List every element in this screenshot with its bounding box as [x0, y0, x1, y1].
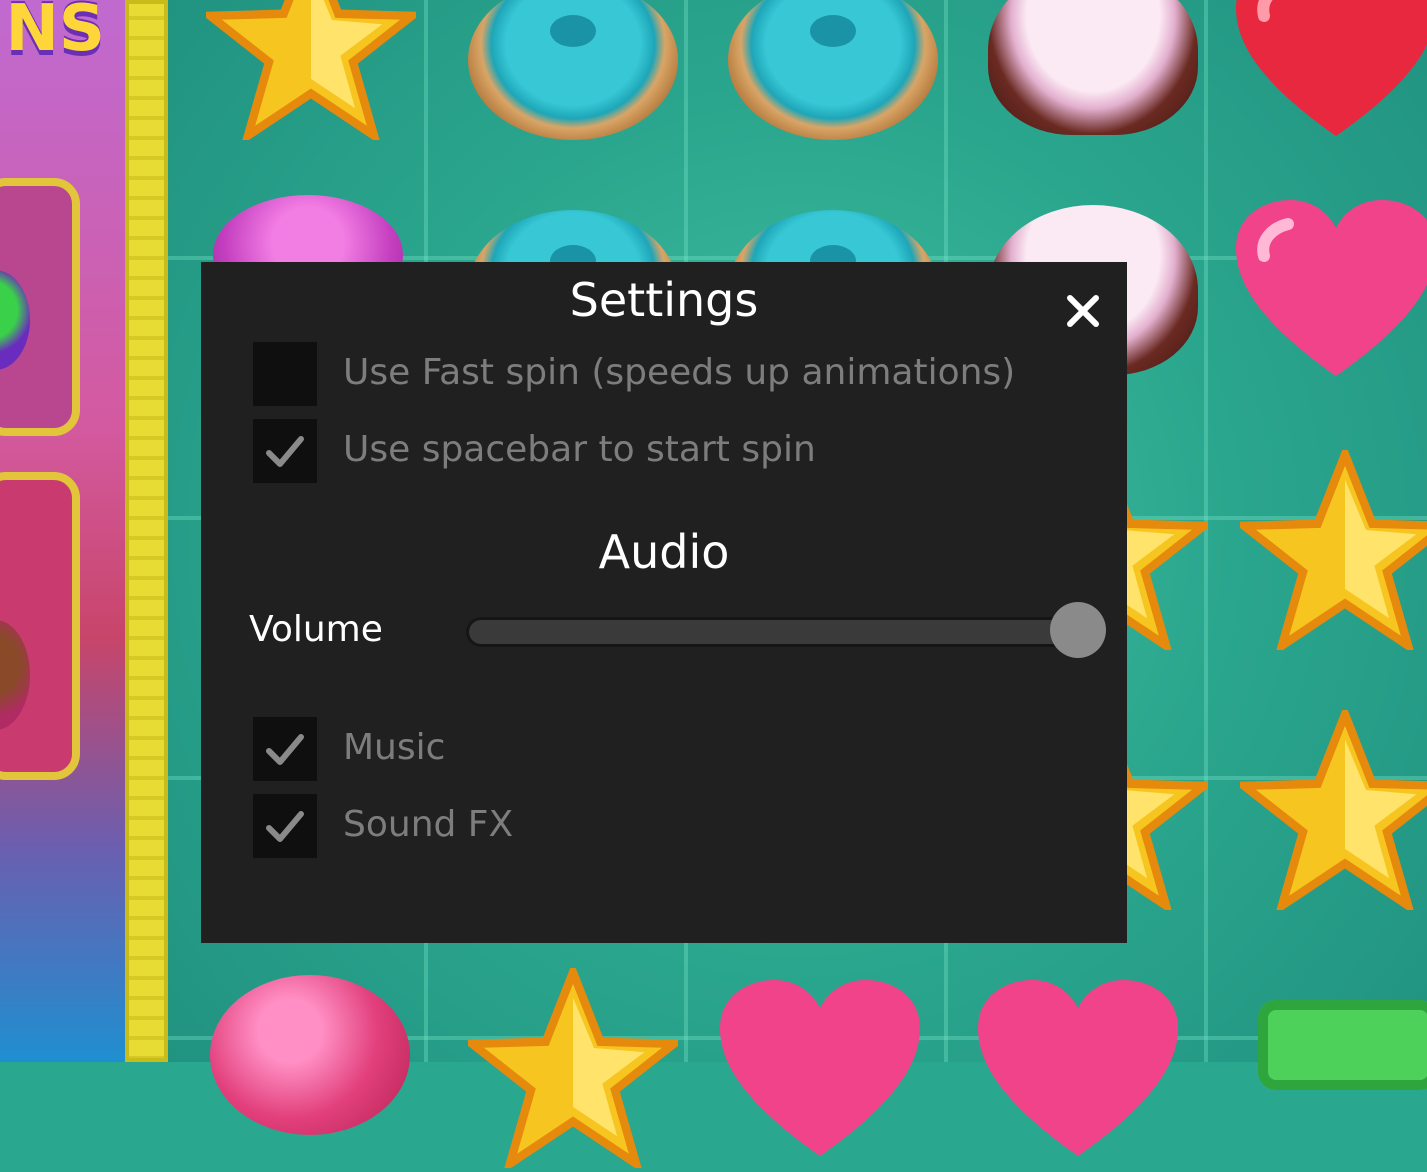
checkmark-icon [266, 734, 304, 765]
sound-fx-label: Sound FX [343, 804, 514, 845]
star-symbol-icon [198, 0, 424, 146]
volume-slider-track[interactable] [466, 617, 1096, 647]
music-checkbox[interactable] [253, 717, 317, 781]
reel-frame-rail [125, 0, 168, 1062]
sound-fx-checkbox[interactable] [253, 794, 317, 858]
close-button[interactable] [1056, 284, 1110, 338]
donut-symbol-icon [468, 0, 678, 140]
heart-symbol-icon [1236, 0, 1427, 140]
settings-title: Settings [569, 273, 759, 327]
game-side-panel: NS [0, 0, 125, 1062]
fast-spin-checkbox[interactable] [253, 342, 317, 406]
star-symbol-icon [460, 960, 686, 1172]
settings-dialog: Settings Use Fast spin (speeds up animat… [201, 262, 1127, 943]
close-icon [1067, 295, 1099, 327]
wrapped-candy-symbol-icon [1258, 1000, 1427, 1090]
star-symbol-icon [1232, 442, 1427, 656]
heart-symbol-icon [720, 980, 920, 1160]
audio-heading: Audio [598, 525, 730, 579]
gumball-symbol-icon [210, 975, 410, 1135]
fast-spin-label: Use Fast spin (speeds up animations) [343, 352, 1016, 393]
heart-symbol-icon [978, 980, 1178, 1160]
donut-symbol-icon [728, 0, 938, 140]
star-symbol-icon [1232, 702, 1427, 916]
cupcake-symbol-icon [988, 0, 1198, 135]
spacebar-spin-label: Use spacebar to start spin [343, 429, 816, 470]
checkmark-icon [266, 811, 304, 842]
heart-symbol-icon [1236, 200, 1427, 380]
volume-label: Volume [249, 609, 383, 650]
spacebar-spin-checkbox[interactable] [253, 419, 317, 483]
checkmark-icon [266, 436, 304, 467]
volume-slider-thumb[interactable] [1050, 602, 1106, 658]
game-logo: NS [5, 0, 105, 66]
music-label: Music [343, 727, 446, 768]
